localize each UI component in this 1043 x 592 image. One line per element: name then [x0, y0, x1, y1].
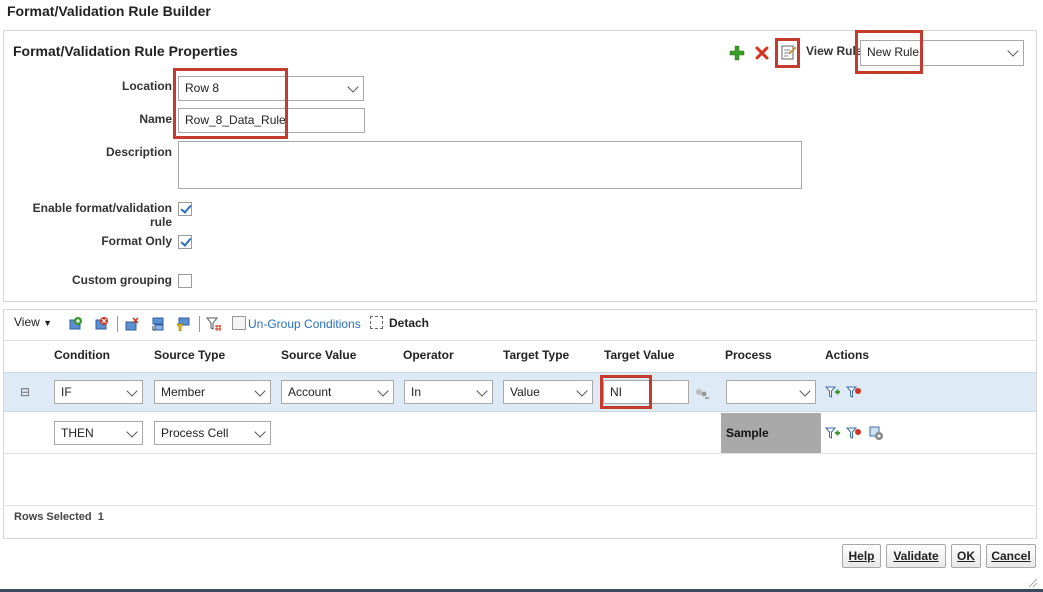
delete-row-icon[interactable]: [846, 384, 862, 400]
view-rule-label: View Rule: [806, 44, 863, 58]
operator-value: In: [411, 385, 422, 399]
condition-value: THEN: [61, 426, 94, 440]
custom-grouping-checkbox[interactable]: [178, 274, 192, 288]
footer-divider: [4, 505, 1036, 506]
target-value-highlight: [600, 375, 652, 409]
chevron-down-icon: [476, 385, 488, 397]
column-header-source-type: Source Type: [154, 348, 226, 362]
chevron-down-icon: [126, 385, 138, 397]
enable-rule-label: Enable format/validation rule: [32, 201, 172, 229]
column-header-target-value: Target Value: [604, 348, 675, 362]
source-type-select[interactable]: Process Cell: [154, 421, 271, 445]
column-header-target-type: Target Type: [503, 348, 570, 362]
view-menu[interactable]: View ▼: [14, 315, 52, 329]
custom-grouping-label: Custom grouping: [72, 273, 172, 287]
condition-select[interactable]: IF: [54, 380, 143, 404]
cancel-button[interactable]: Cancel: [986, 544, 1036, 568]
add-row-icon[interactable]: [825, 384, 841, 400]
chevron-down-icon: [126, 426, 138, 438]
format-cell-icon[interactable]: [868, 425, 884, 441]
detach-label: Detach: [389, 316, 430, 330]
column-header-condition: Condition: [54, 348, 110, 362]
format-only-checkbox[interactable]: [178, 235, 192, 249]
chevron-down-icon: [347, 81, 359, 93]
description-label: Description: [105, 145, 172, 159]
delete-rule-icon[interactable]: [754, 45, 770, 61]
add-rule-icon[interactable]: [729, 45, 745, 61]
process-sample-cell[interactable]: Sample: [721, 413, 821, 453]
source-type-select[interactable]: Member: [154, 380, 271, 404]
source-type-value: Member: [161, 385, 206, 399]
operator-select[interactable]: In: [404, 380, 493, 404]
enable-rule-checkbox[interactable]: [178, 202, 192, 216]
target-type-select[interactable]: Value: [503, 380, 593, 404]
rows-selected-status: Rows Selected 1: [14, 511, 104, 523]
dropdown-arrow-icon: ▼: [43, 318, 53, 328]
help-button[interactable]: Help: [842, 544, 881, 568]
column-header-source-value: Source Value: [281, 348, 357, 362]
add-row-icon[interactable]: [825, 425, 841, 441]
source-value-value: Account: [288, 385, 332, 399]
rows-selected-label: Rows Selected: [14, 511, 92, 523]
view-rule-highlight: [855, 30, 923, 74]
format-only-label: Format Only: [101, 234, 172, 248]
detach-button[interactable]: Detach: [370, 316, 429, 330]
location-label: Location: [122, 79, 172, 93]
header-divider: [4, 340, 1036, 341]
properties-title: Format/Validation Rule Properties: [13, 43, 238, 59]
move-condition-icon[interactable]: [124, 316, 140, 332]
filter-condition-icon[interactable]: [175, 316, 191, 332]
ungroup-conditions-label: Un-Group Conditions: [248, 317, 361, 331]
source-type-value: Process Cell: [161, 426, 229, 440]
process-sample-label: Sample: [726, 426, 769, 440]
column-header-actions: Actions: [825, 348, 870, 362]
chevron-down-icon: [799, 385, 811, 397]
toolbar-separator: [117, 316, 118, 332]
delete-condition-icon[interactable]: [93, 316, 109, 332]
filter-grid-icon[interactable]: [206, 316, 222, 332]
toolbar-separator: [199, 316, 200, 332]
broken-image-icon: [232, 316, 246, 330]
group-conditions-icon[interactable]: [150, 316, 166, 332]
collapse-icon[interactable]: ⊟: [20, 385, 30, 399]
delete-row-icon[interactable]: [846, 425, 862, 441]
rows-selected-count: 1: [97, 511, 104, 523]
chevron-down-icon: [377, 385, 389, 397]
add-condition-icon[interactable]: [67, 316, 83, 332]
ok-button[interactable]: OK: [951, 544, 981, 568]
validate-button[interactable]: Validate: [886, 544, 946, 568]
target-type-value: Value: [510, 385, 540, 399]
edit-rule-icon[interactable]: [780, 44, 796, 60]
column-header-operator: Operator: [403, 348, 454, 362]
process-select[interactable]: [726, 380, 816, 404]
chevron-down-icon: [254, 426, 266, 438]
condition-value: IF: [61, 385, 72, 399]
ungroup-conditions-link[interactable]: Un-Group Conditions: [232, 316, 361, 331]
chevron-down-icon: [576, 385, 588, 397]
chevron-down-icon: [254, 385, 266, 397]
source-value-select[interactable]: Account: [281, 380, 394, 404]
detach-icon: [370, 316, 383, 329]
location-name-highlight: [173, 68, 288, 139]
chevron-down-icon: [1007, 45, 1019, 57]
row-divider: [4, 453, 1036, 454]
condition-select[interactable]: THEN: [54, 421, 143, 445]
column-header-process: Process: [725, 348, 772, 362]
resize-grip-icon[interactable]: [1026, 576, 1038, 588]
view-menu-label: View: [14, 315, 40, 329]
dialog-title: Format/Validation Rule Builder: [7, 3, 211, 19]
name-label: Name: [139, 112, 172, 126]
description-field[interactable]: [178, 141, 802, 189]
member-selector-icon[interactable]: [693, 385, 709, 401]
